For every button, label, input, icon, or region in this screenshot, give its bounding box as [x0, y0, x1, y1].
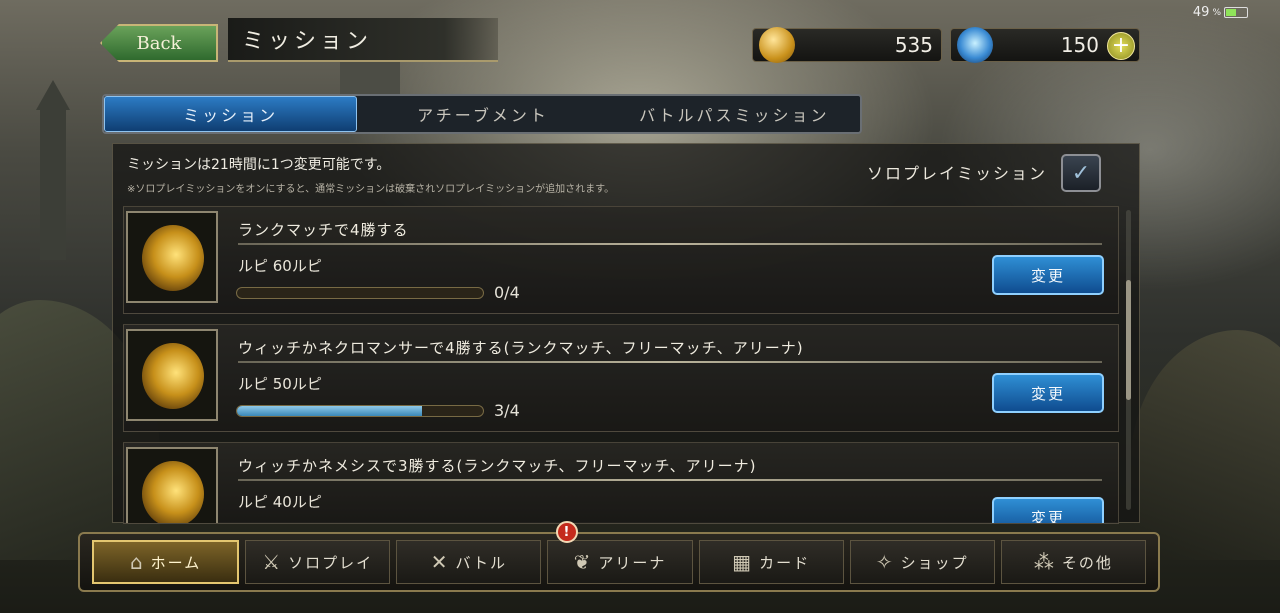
mission-divider: [238, 361, 1102, 363]
mission-progress-count: 0/4: [494, 283, 520, 302]
alert-badge: !: [556, 521, 579, 543]
mission-reward: ルピ 40ルピ: [238, 493, 322, 511]
battery-level: 49: [1192, 5, 1210, 20]
mission-reward: ルピ 50ルピ: [238, 375, 322, 393]
mission-scrollbar[interactable]: [1126, 210, 1131, 510]
nav-label: ソロプレイ: [288, 553, 374, 572]
coin-stack-icon: [142, 225, 204, 291]
tab-mission[interactable]: ミッション: [104, 96, 358, 132]
mission-item: ウィッチかネメシスで3勝する(ランクマッチ、フリーマッチ、アリーナ) ルピ 40…: [123, 442, 1119, 524]
battery-indicator: 49%: [1193, 5, 1248, 20]
mission-title: ウィッチかネクロマンサーで4勝する(ランクマッチ、フリーマッチ、アリーナ): [238, 339, 804, 357]
mission-reward-image: [126, 211, 218, 303]
tab-achievement[interactable]: アチーブメント: [357, 96, 608, 132]
crystal-icon: [957, 27, 993, 63]
change-notice: ミッションは21時間に1つ変更可能です。: [127, 157, 391, 173]
nav-other[interactable]: ⁂ その他: [1000, 540, 1146, 584]
nav-label: カード: [759, 553, 811, 572]
mission-divider: [238, 243, 1102, 245]
nav-battle[interactable]: ✕ バトル: [396, 540, 542, 584]
coin-stack-icon: [142, 461, 204, 523]
mission-panel: ミッションは21時間に1つ変更可能です。 ※ソロプレイミッションをオンにすると、…: [112, 143, 1140, 524]
change-mission-button[interactable]: 変更: [992, 373, 1104, 413]
mission-progress-bar: [236, 287, 484, 299]
mission-reward: ルピ 60ルピ: [238, 257, 322, 275]
nav-label: アリーナ: [598, 553, 667, 572]
gold-currency: 535: [752, 27, 942, 63]
nav-cards[interactable]: ▦ カード: [698, 540, 844, 584]
gold-coin-icon: [759, 27, 795, 63]
laurel-icon: ❦: [573, 550, 593, 574]
scenery-hill-right: [1130, 330, 1280, 560]
solo-mission-checkbox[interactable]: ✓: [1061, 154, 1101, 192]
add-crystal-button[interactable]: +: [1107, 32, 1135, 60]
mission-progress-fill: [237, 406, 422, 416]
tab-battle-pass-mission[interactable]: バトルパスミッション: [609, 96, 860, 132]
page-title: ミッション: [242, 29, 373, 54]
change-mission-button[interactable]: 変更: [992, 497, 1104, 523]
mission-progress-count: 3/4: [494, 401, 520, 420]
nav-label: その他: [1061, 553, 1113, 572]
bottom-nav: ⌂ ホーム ⚔ ソロプレイ ✕ バトル ! ❦ アリーナ ▦ カード ✧ ショッ…: [78, 521, 1160, 592]
mission-reward-image: [126, 329, 218, 421]
sword-icon: ⚔: [262, 550, 283, 574]
solo-mission-label: ソロプレイミッション: [866, 164, 1047, 183]
nav-label: ショップ: [900, 553, 969, 572]
coin-stack-icon: [142, 343, 204, 409]
check-icon: ✓: [1071, 160, 1091, 186]
back-button-label: Back: [136, 32, 182, 54]
nav-shop[interactable]: ✧ ショップ: [849, 540, 995, 584]
battery-icon: [1224, 7, 1248, 18]
mission-item: ランクマッチで4勝する ルピ 60ルピ 0/4 変更: [123, 206, 1119, 314]
gold-amount: 535: [894, 33, 933, 57]
crystal-currency: 150 +: [950, 27, 1140, 63]
cards-icon: ▦: [732, 550, 754, 574]
mission-item: ウィッチかネクロマンサーで4勝する(ランクマッチ、フリーマッチ、アリーナ) ルピ…: [123, 324, 1119, 432]
mission-divider: [238, 479, 1102, 481]
page-title-bar: ミッション: [228, 18, 498, 62]
crossed-swords-icon: ✕: [430, 550, 450, 574]
nav-solo-play[interactable]: ⚔ ソロプレイ: [245, 540, 391, 584]
crystal-amount: 150: [1060, 33, 1099, 57]
mission-tabs: ミッション アチーブメント バトルパスミッション: [102, 94, 862, 134]
home-icon: ⌂: [129, 550, 145, 574]
back-button[interactable]: Back: [100, 24, 218, 62]
nav-label: ホーム: [150, 553, 202, 572]
nav-arena[interactable]: ! ❦ アリーナ: [547, 521, 693, 584]
nav-label: バトル: [455, 553, 507, 572]
nav-home[interactable]: ⌂ ホーム: [92, 540, 240, 584]
scenery-tower: [36, 80, 70, 260]
mission-title: ランクマッチで4勝する: [238, 221, 409, 239]
shop-icon: ✧: [875, 550, 895, 574]
mission-reward-image: [126, 447, 218, 523]
scroll-thumb[interactable]: [1126, 280, 1131, 400]
solo-notice: ※ソロプレイミッションをオンにすると、通常ミッションは破棄されソロプレイミッショ…: [127, 184, 615, 195]
more-icon: ⁂: [1033, 550, 1056, 574]
mission-title: ウィッチかネメシスで3勝する(ランクマッチ、フリーマッチ、アリーナ): [238, 457, 757, 475]
mission-progress-bar: [236, 405, 484, 417]
change-mission-button[interactable]: 変更: [992, 255, 1104, 295]
